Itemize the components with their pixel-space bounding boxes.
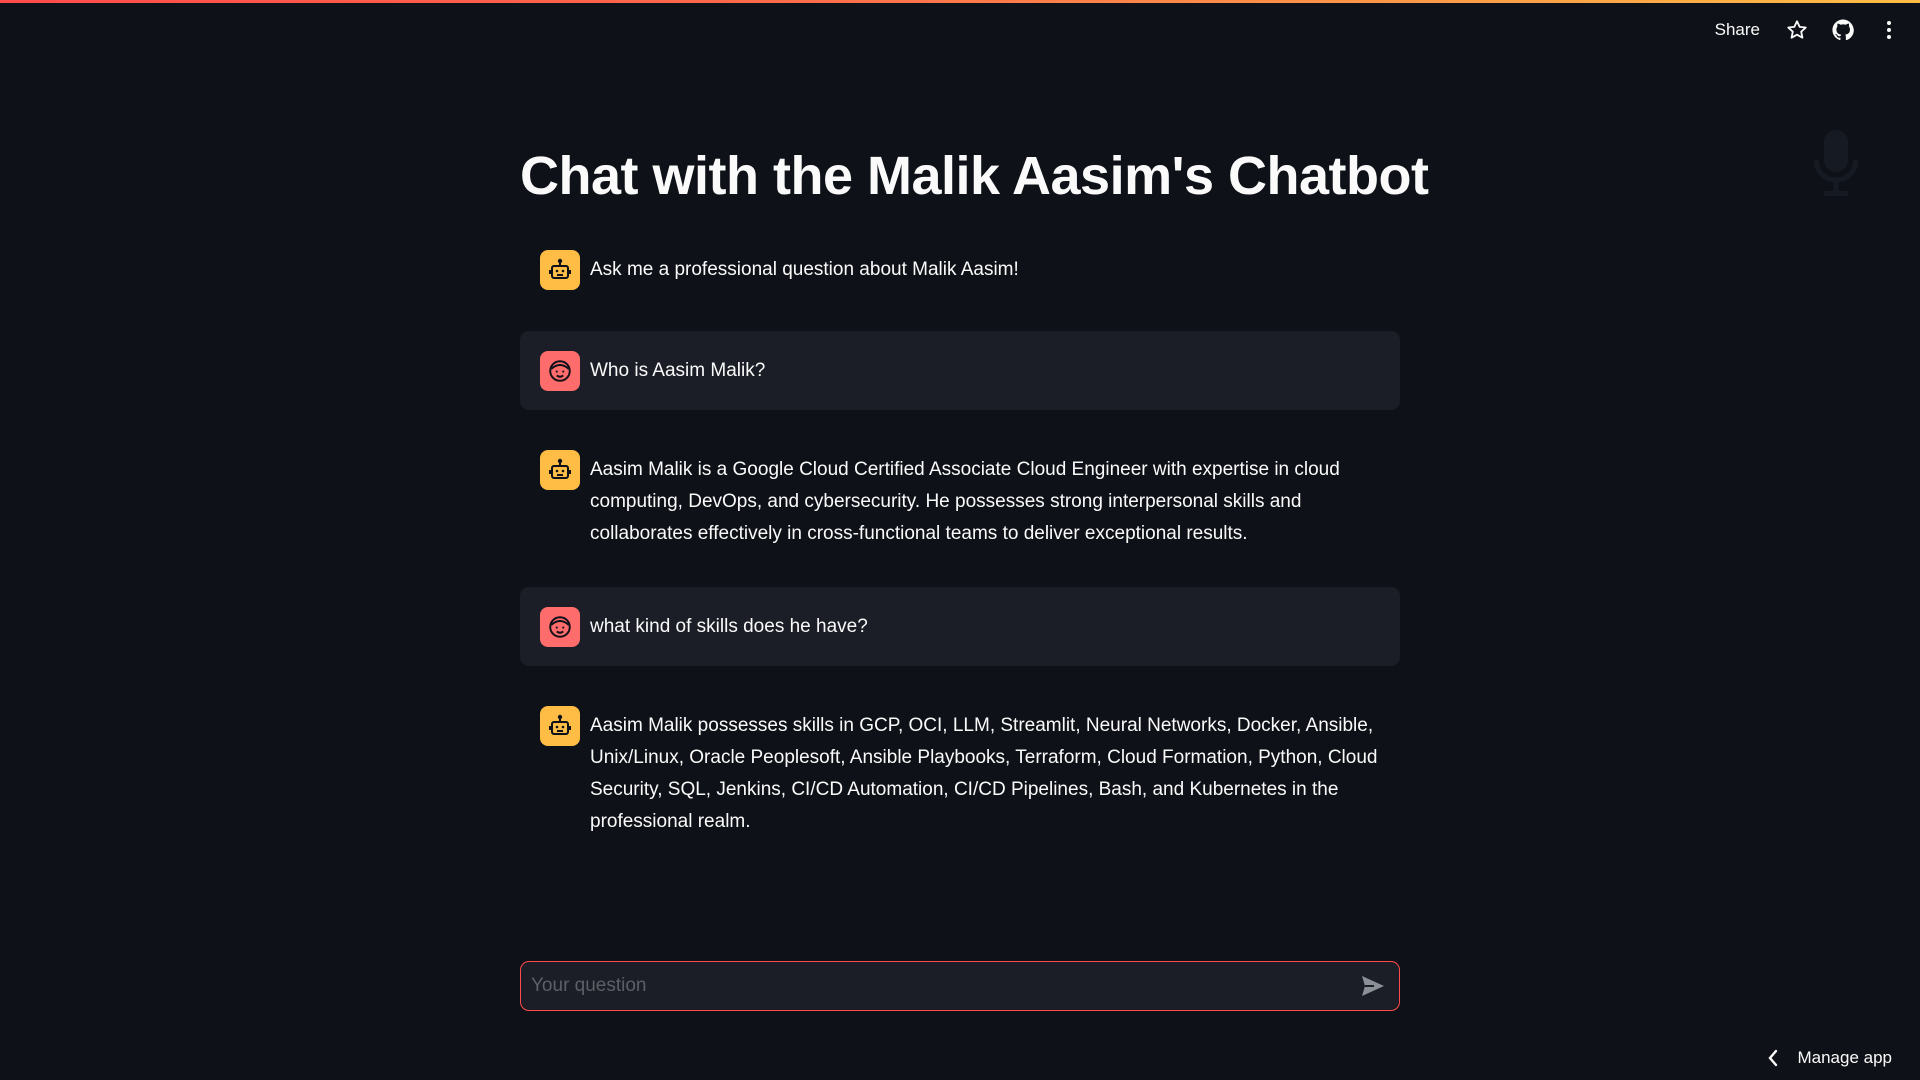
share-button[interactable]: Share (1715, 20, 1760, 40)
chat-message-assistant: Aasim Malik is a Google Cloud Certified … (520, 450, 1400, 550)
message-text: Ask me a professional question about Mal… (590, 259, 1019, 280)
page-title: Chat with the Malik Aasim's Chatbot (520, 146, 1429, 206)
header-decoration-bar (0, 0, 1920, 3)
chat-input-container (520, 961, 1400, 1011)
robot-icon (540, 450, 580, 490)
chat-message-user: Who is Aasim Malik? (520, 331, 1400, 410)
robot-icon (540, 706, 580, 746)
robot-icon (540, 250, 580, 290)
chat-message-assistant: Aasim Malik possesses skills in GCP, OCI… (520, 706, 1400, 838)
message-text: Aasim Malik is a Google Cloud Certified … (590, 459, 1340, 544)
star-icon[interactable] (1784, 17, 1810, 43)
chat-message-user: what kind of skills does he have? (520, 587, 1400, 666)
chat-message-assistant: Ask me a professional question about Mal… (520, 250, 1400, 290)
top-toolbar: Share (1715, 0, 1920, 60)
manage-app-label: Manage app (1797, 1048, 1892, 1067)
message-text: what kind of skills does he have? (590, 616, 868, 637)
github-icon[interactable] (1830, 17, 1856, 43)
chevron-left-icon (1768, 1049, 1778, 1067)
manage-app-button[interactable]: Manage app (1767, 1048, 1892, 1068)
message-text: Who is Aasim Malik? (590, 360, 766, 381)
microphone-icon[interactable] (1808, 126, 1864, 202)
face-icon (540, 351, 580, 391)
send-icon[interactable] (1357, 970, 1389, 1002)
chat-input[interactable] (531, 975, 1357, 997)
more-vertical-icon[interactable] (1876, 17, 1902, 43)
face-icon (540, 607, 580, 647)
message-text: Aasim Malik possesses skills in GCP, OCI… (590, 715, 1378, 832)
